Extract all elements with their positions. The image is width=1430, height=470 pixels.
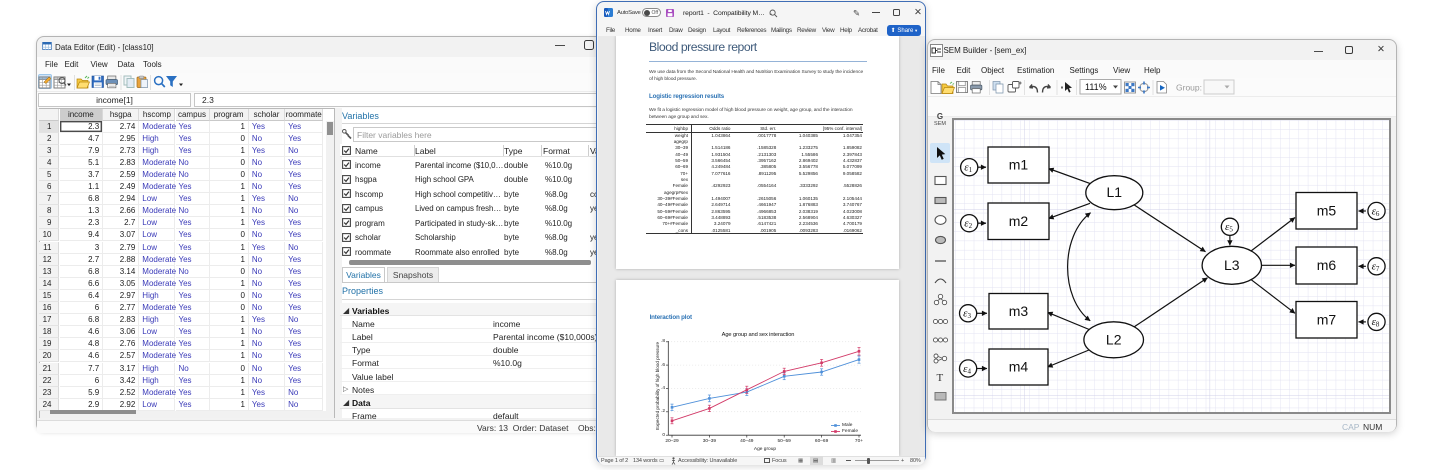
svg-text:m6: m6 [1317, 257, 1337, 273]
svg-text:T: T [937, 372, 944, 384]
svg-text:m4: m4 [1009, 359, 1029, 375]
svg-text:m5: m5 [1317, 202, 1337, 218]
svg-text:111%: 111% [1085, 82, 1107, 92]
svg-text:L2: L2 [1106, 331, 1122, 347]
svg-text:m7: m7 [1317, 311, 1337, 327]
svg-text:m2: m2 [1009, 213, 1029, 229]
svg-text:L3: L3 [1224, 257, 1240, 273]
svg-text:Group:: Group: [1176, 82, 1202, 92]
svg-text:m3: m3 [1009, 303, 1029, 319]
svg-text:m1: m1 [1009, 157, 1029, 173]
svg-text:L1: L1 [1107, 184, 1123, 200]
